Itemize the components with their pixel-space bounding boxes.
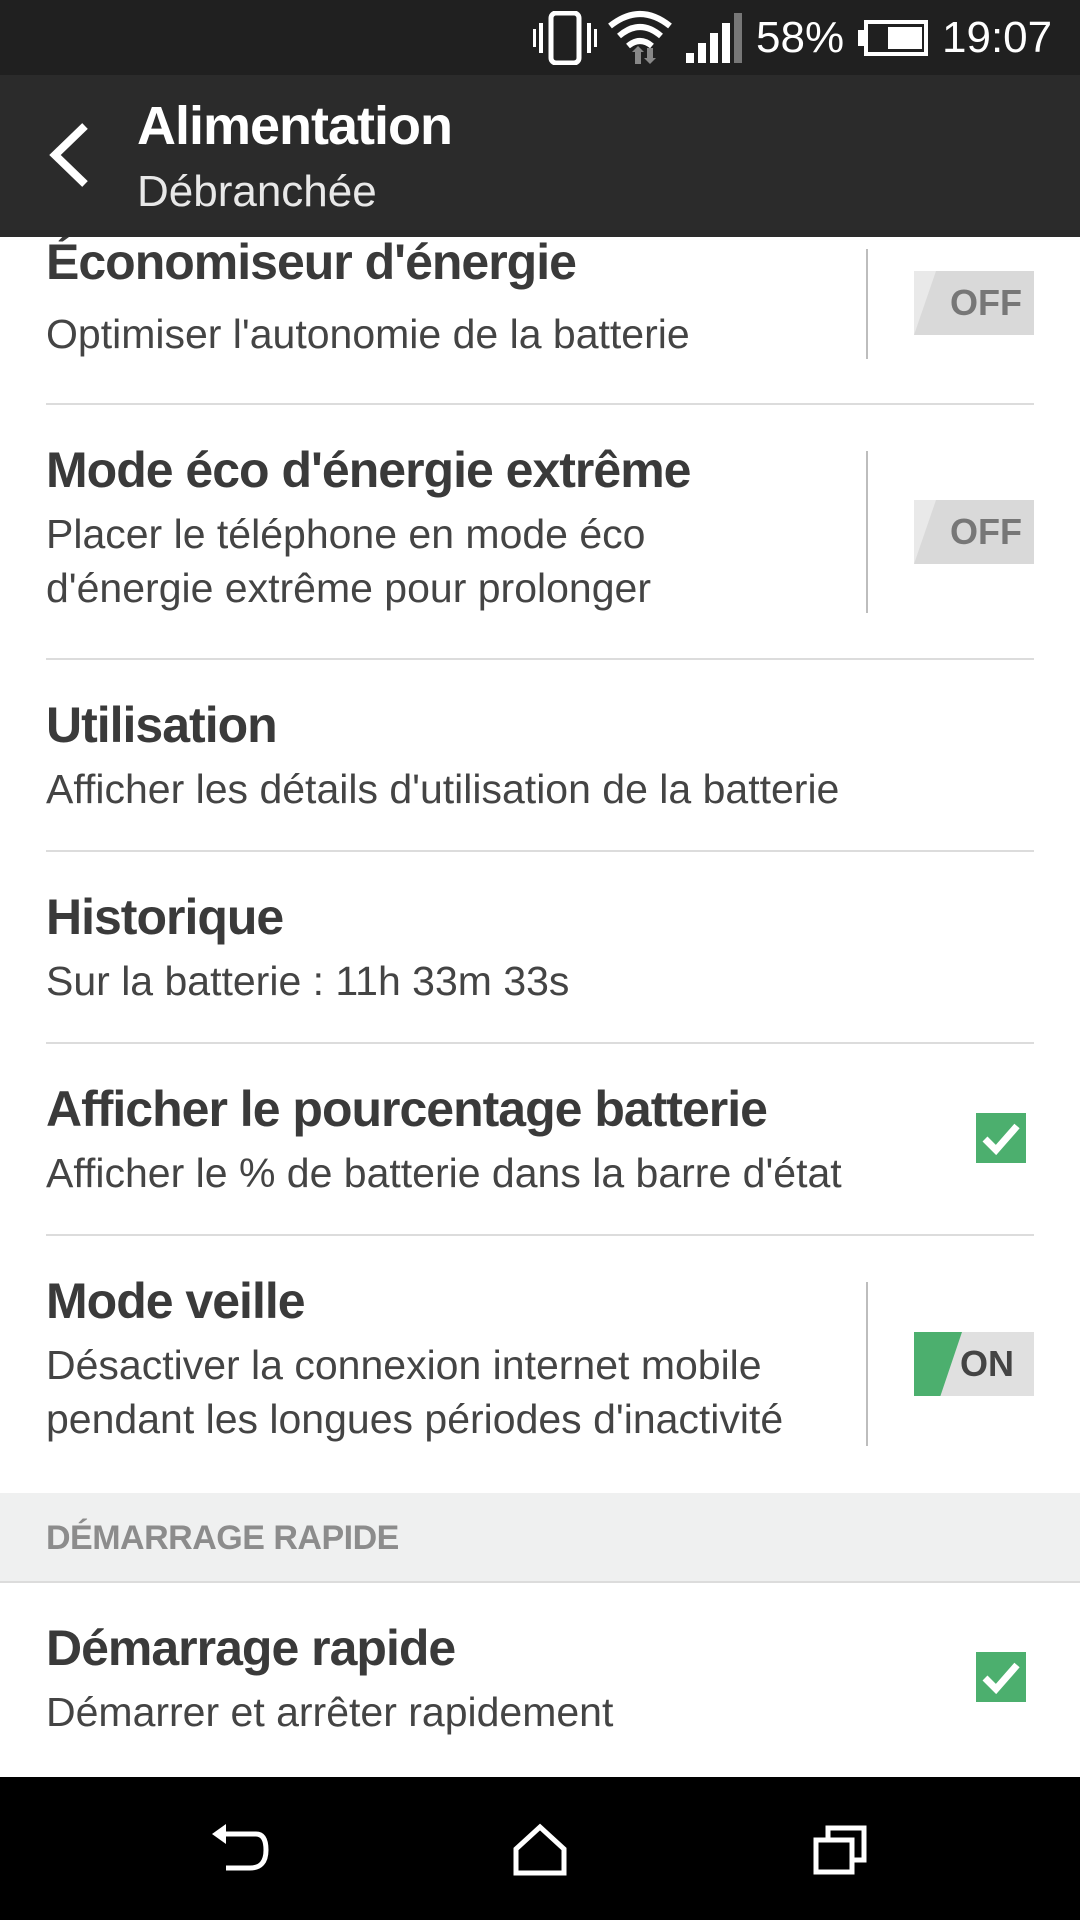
recent-apps-icon (813, 1825, 867, 1875)
battery-percent: 58% (756, 13, 845, 62)
setting-title: Afficher le pourcentage batterie (46, 1081, 768, 1137)
battery-icon (858, 0, 928, 75)
divider (866, 1282, 868, 1446)
setting-title: Historique (46, 889, 284, 945)
nav-recents-button[interactable] (780, 1807, 900, 1893)
toggle-label: OFF (950, 282, 1022, 323)
page-subtitle: Débranchée (137, 167, 377, 216)
setting-description-line-2: d'énergie extrême pour prolonger (46, 565, 651, 611)
status-bar: 58% 19:07 (0, 0, 1080, 75)
app-bar: Alimentation Débranchée (0, 75, 1080, 237)
undo-back-icon (212, 1824, 269, 1871)
setting-quick-start[interactable]: Démarrage rapide Démarrer et arrêter rap… (0, 1583, 1080, 1777)
setting-description-line-1: Désactiver la connexion internet mobile (46, 1342, 762, 1388)
setting-sleep-mode[interactable]: Mode veille Désactiver la connexion inte… (0, 1236, 1080, 1493)
setting-usage[interactable]: Utilisation Afficher les détails d'utili… (0, 660, 1080, 852)
setting-title: Utilisation (46, 697, 278, 753)
checkmark-icon (982, 1123, 1020, 1155)
toggle-label: ON (960, 1343, 1014, 1384)
nav-home-button[interactable] (480, 1807, 600, 1893)
home-icon (513, 1823, 567, 1876)
setting-energy-saver[interactable]: Économiseur d'énergie Optimiser l'autono… (0, 237, 1080, 405)
vibrate-icon (533, 0, 597, 75)
setting-description-line-2: pendant les longues périodes d'inactivit… (46, 1396, 784, 1442)
divider (866, 249, 868, 359)
setting-extreme-power-saver[interactable]: Mode éco d'énergie extrême Placer le tél… (0, 405, 1080, 660)
settings-list: Économiseur d'énergie Optimiser l'autono… (0, 237, 1080, 1777)
divider (866, 451, 868, 613)
setting-description: Afficher le % de batterie dans la barre … (46, 1150, 842, 1196)
wifi-icon (606, 0, 674, 75)
setting-description: Sur la batterie : 11h 33m 33s (46, 958, 570, 1004)
setting-history[interactable]: Historique Sur la batterie : 11h 33m 33s (0, 852, 1080, 1044)
setting-description: Afficher les détails d'utilisation de la… (46, 766, 840, 812)
setting-show-battery-percent[interactable]: Afficher le pourcentage batterie Affiche… (0, 1044, 1080, 1236)
clock: 19:07 (942, 13, 1053, 62)
back-button[interactable] (30, 115, 110, 195)
setting-description: Démarrer et arrêter rapidement (46, 1689, 614, 1735)
setting-title: Démarrage rapide (46, 1620, 456, 1676)
sleep-mode-toggle[interactable]: ON (914, 1332, 1034, 1396)
setting-title: Économiseur d'énergie (46, 237, 577, 290)
section-header-quick-start: DÉMARRAGE RAPIDE (0, 1493, 1080, 1583)
toggle-label: OFF (950, 511, 1022, 552)
setting-description: Optimiser l'autonomie de la batterie (46, 311, 690, 357)
chevron-left-icon (49, 123, 88, 187)
energy-saver-toggle[interactable]: OFF (914, 271, 1034, 335)
show-battery-percent-checkbox[interactable] (976, 1113, 1026, 1163)
navigation-bar (0, 1777, 1080, 1920)
page-title: Alimentation (137, 96, 453, 156)
signal-icon (684, 0, 744, 75)
section-header-label: DÉMARRAGE RAPIDE (46, 1519, 399, 1557)
quick-start-checkbox[interactable] (976, 1652, 1026, 1702)
checkmark-icon (982, 1662, 1020, 1694)
setting-description-line-1: Placer le téléphone en mode éco (46, 511, 646, 557)
nav-back-button[interactable] (180, 1807, 300, 1893)
extreme-power-saver-toggle[interactable]: OFF (914, 500, 1034, 564)
setting-title: Mode éco d'énergie extrême (46, 442, 691, 498)
setting-title: Mode veille (46, 1273, 306, 1329)
